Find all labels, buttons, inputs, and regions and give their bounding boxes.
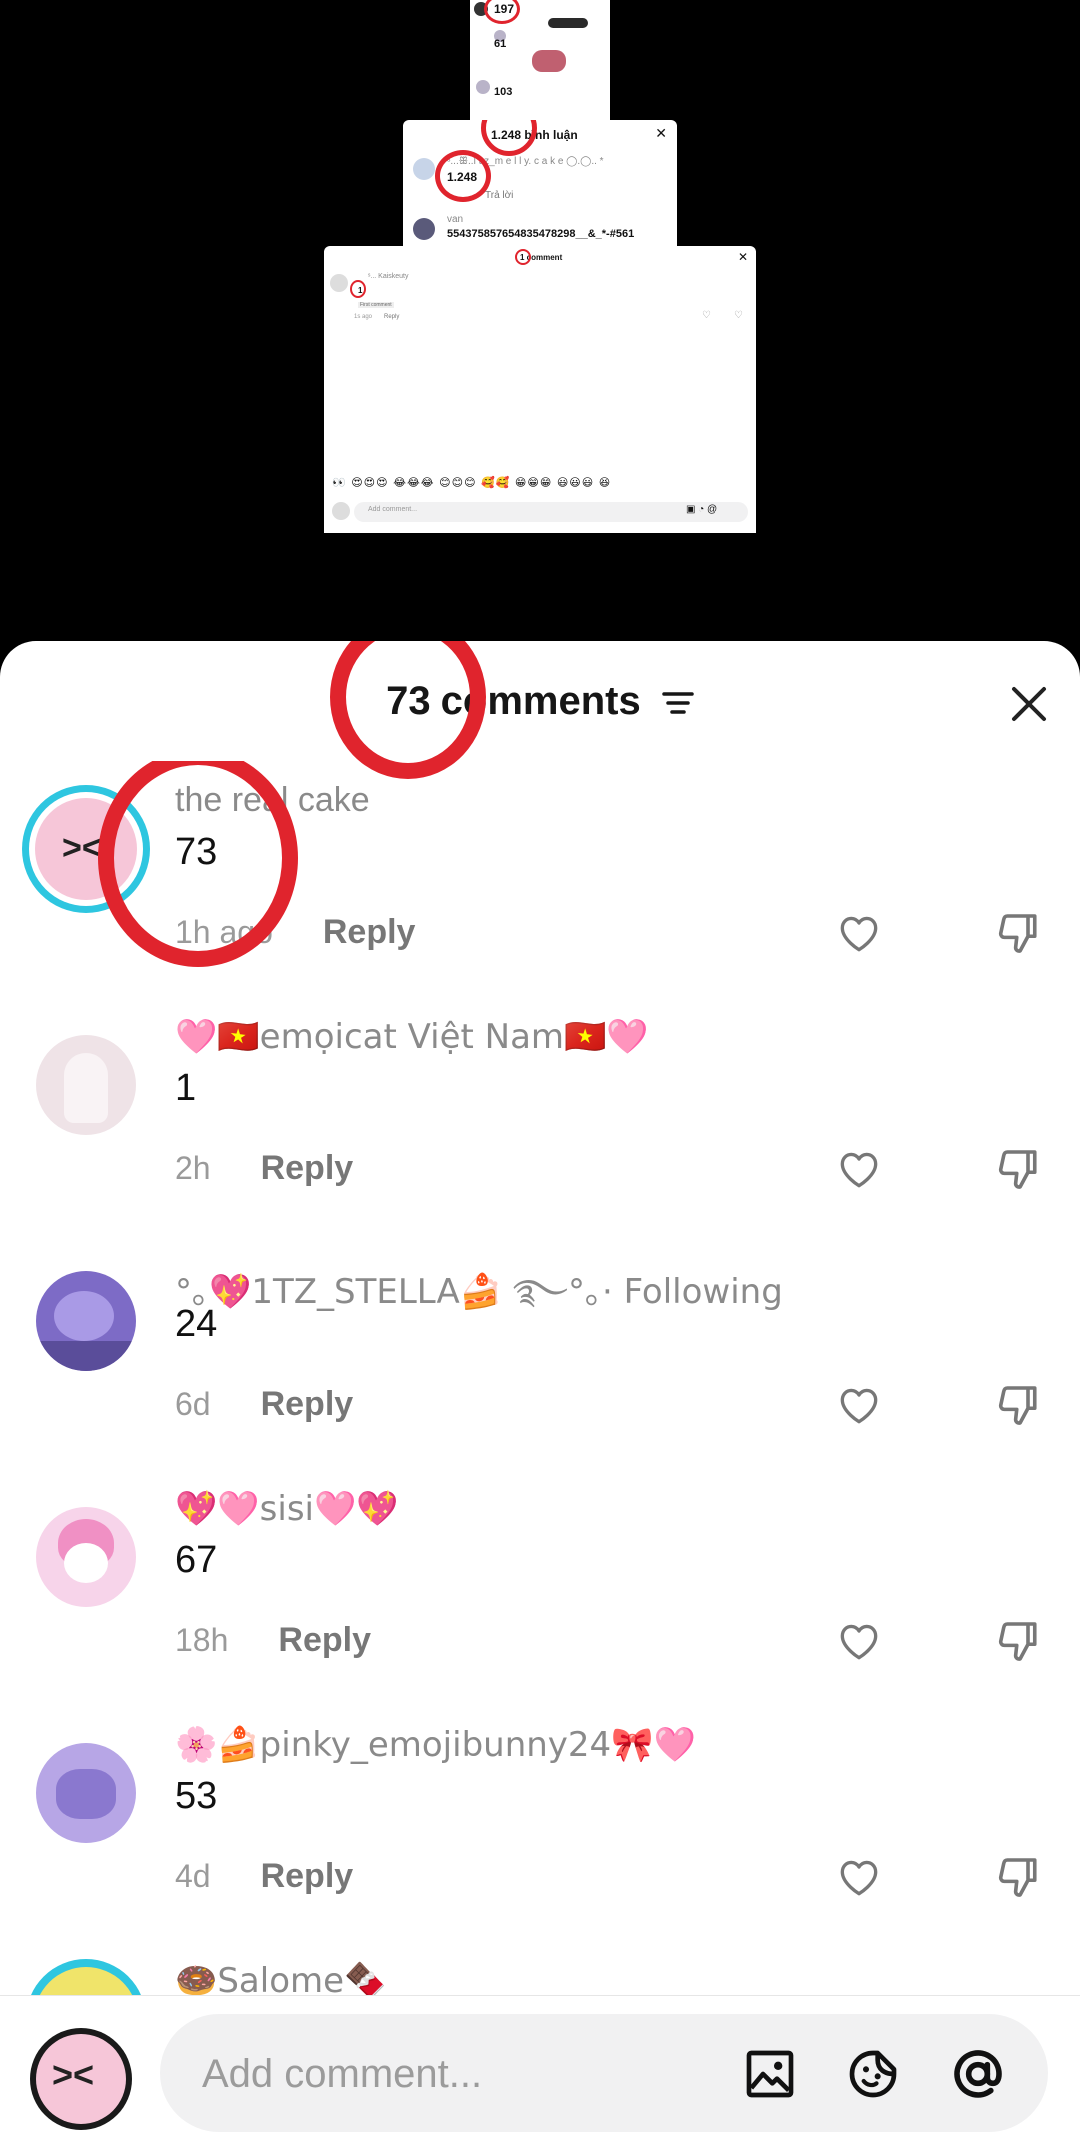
comments-title: 73 comments xyxy=(0,679,1080,726)
comment-input-pill[interactable] xyxy=(160,2014,1048,2132)
reply-button[interactable]: Reply xyxy=(323,913,416,951)
nested-reply: Trả lời xyxy=(485,190,514,201)
reply-button[interactable]: Reply xyxy=(261,1857,354,1895)
my-avatar[interactable]: >< xyxy=(30,2028,132,2130)
comments-sheet: 73 comments >< the real cake 73 1h ago Rep… xyxy=(0,641,1080,2148)
comment-username[interactable]: 🌸🍰pinky_emojibunny24🎀🩷 xyxy=(175,1725,696,1765)
nested-user3: ˢ... Kaiskeuty xyxy=(368,273,409,280)
comments-count: 73 xyxy=(386,679,431,723)
filter-lines-icon[interactable] xyxy=(662,681,694,726)
nested-placeholder: Add comment... xyxy=(368,506,418,513)
reply-button[interactable]: Reply xyxy=(261,1149,354,1187)
comment-item: 🌸🍰pinky_emojibunny24🎀🩷 53 4d Reply xyxy=(0,1705,1080,1941)
comment-meta: 4d Reply xyxy=(175,1857,353,1896)
comment-meta: 1h ago Reply xyxy=(175,913,415,952)
comment-text: 73 xyxy=(175,831,218,873)
nested-close-icon-2: ✕ xyxy=(737,250,748,264)
comment-meta: 18h Reply xyxy=(175,1621,371,1660)
heart-icon[interactable] xyxy=(834,1615,884,1665)
mention-at-icon[interactable] xyxy=(950,2046,1006,2102)
dislike-icon[interactable] xyxy=(992,1143,1046,1197)
nested-emoji-bar: 👀 😍😍😍 😂😂😂 😊😊😊 🥰🥰 😁😁😁 😃😃😃 😆 xyxy=(332,476,612,489)
sticker-icon[interactable] xyxy=(845,2046,901,2102)
comment-text: 53 xyxy=(175,1775,218,1817)
nested-reply3: Reply xyxy=(384,314,400,320)
comment-item: 🩷🇻🇳emọicat Việt Nam🇻🇳🩷 1 2h Reply xyxy=(0,997,1080,1233)
nested-text2: 5543758576548354782​98__&_*-#561 xyxy=(447,228,635,240)
nested-row-103: 103 xyxy=(494,86,513,98)
sheet-header: 73 comments xyxy=(0,641,1080,761)
comment-input-bar: >< xyxy=(0,1995,1080,2148)
nested-panel-2: 1.248 bình luận ✕ ˢ...ꕥ..l t z_m e l l y… xyxy=(403,120,677,246)
comment-time: 2h xyxy=(175,1150,211,1186)
nested-panel-1: 197 61 103 xyxy=(470,0,610,122)
avatar[interactable]: >< xyxy=(22,785,150,913)
dislike-icon[interactable] xyxy=(992,1379,1046,1433)
heart-icon[interactable] xyxy=(834,1143,884,1193)
heart-icon[interactable] xyxy=(834,1851,884,1901)
comment-username[interactable]: °｡💖1TZ_STELLA🍰 ࿐°｡· Following xyxy=(175,1253,783,1349)
comment-meta: 6d Reply xyxy=(175,1385,353,1424)
comment-item: °｡💖1TZ_STELLA🍰 ࿐°｡· Following 24 6d Reply xyxy=(0,1233,1080,1469)
avatar[interactable] xyxy=(36,1271,136,1371)
avatar[interactable] xyxy=(36,1035,136,1135)
comment-username[interactable]: 🍩Salome🍫 xyxy=(175,1961,386,1997)
reply-button[interactable]: Reply xyxy=(278,1621,371,1659)
nested-time: 1s ago xyxy=(354,314,373,320)
heart-icon[interactable] xyxy=(834,907,884,957)
nested-pinned: First comment xyxy=(358,302,394,308)
comment-username[interactable]: 💖🩷sisi🩷💖 xyxy=(175,1489,399,1529)
comment-text: 24 xyxy=(175,1303,218,1345)
comment-input[interactable] xyxy=(200,2044,724,2104)
comment-time: 1h ago xyxy=(175,914,273,950)
comment-time: 18h xyxy=(175,1622,229,1658)
comment-time: 4d xyxy=(175,1858,211,1894)
comment-username[interactable]: 🩷🇻🇳emọicat Việt Nam🇻🇳🩷 xyxy=(175,1017,649,1057)
dislike-icon[interactable] xyxy=(992,1615,1046,1669)
comment-item: 💖🩷sisi🩷💖 67 18h Reply xyxy=(0,1469,1080,1705)
nested-row-61: 61 xyxy=(494,38,507,50)
nested-close-icon: ✕ xyxy=(655,125,667,141)
dislike-icon[interactable] xyxy=(992,1851,1046,1905)
image-icon[interactable] xyxy=(742,2046,798,2102)
comment-text: 67 xyxy=(175,1539,218,1581)
comment-item: 🍩Salome🍫 xyxy=(0,1941,1080,1997)
comments-title-label: comments xyxy=(440,679,641,723)
comment-item: >< the real cake 73 1h ago Reply xyxy=(0,761,1080,997)
reply-button[interactable]: Reply xyxy=(261,1385,354,1423)
avatar[interactable] xyxy=(26,1959,146,1997)
close-x-icon[interactable] xyxy=(1006,681,1052,727)
comment-time: 6d xyxy=(175,1386,211,1422)
comment-text: 1 xyxy=(175,1067,197,1109)
avatar[interactable] xyxy=(36,1743,136,1843)
comment-username[interactable]: the real cake xyxy=(175,781,370,820)
comment-meta: 2h Reply xyxy=(175,1149,353,1188)
nested-panel-3: 1 comment ✕ ˢ... Kaiskeuty 1 First comme… xyxy=(324,246,756,533)
comment-list[interactable]: >< the real cake 73 1h ago Reply 🩷🇻🇳emọic… xyxy=(0,761,1080,1997)
dislike-icon[interactable] xyxy=(992,907,1046,961)
heart-icon[interactable] xyxy=(834,1379,884,1429)
nested-user2: van xyxy=(447,214,464,225)
avatar[interactable] xyxy=(36,1507,136,1607)
